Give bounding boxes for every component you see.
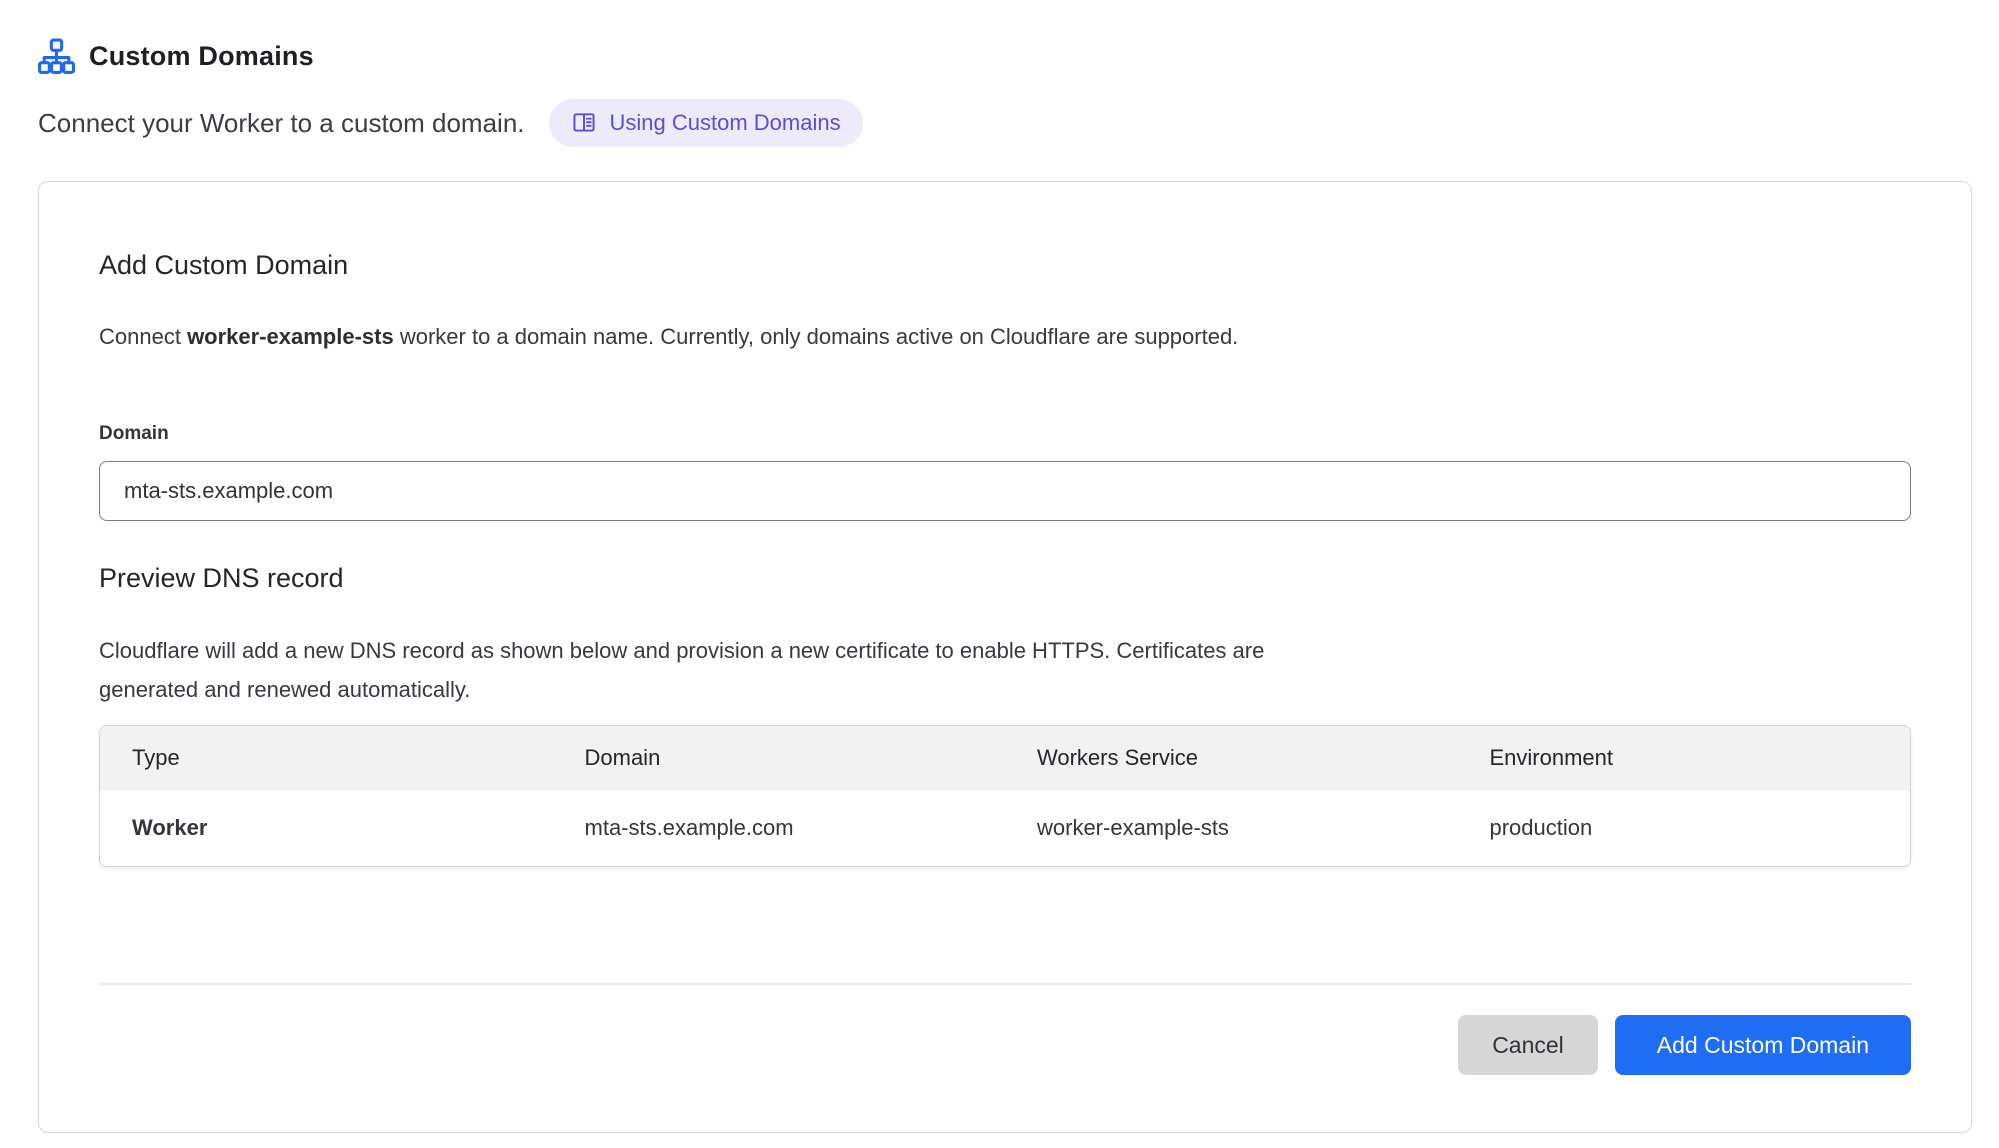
column-header-domain: Domain	[553, 726, 1006, 790]
table-row: Worker mta-sts.example.com worker-exampl…	[100, 790, 1910, 866]
description-prefix: Connect	[99, 324, 187, 349]
cell-domain: mta-sts.example.com	[553, 790, 1006, 866]
card-heading: Add Custom Domain	[99, 248, 1911, 282]
description-suffix: worker to a domain name. Currently, only…	[394, 324, 1239, 349]
card-description: Connect worker-example-sts worker to a d…	[99, 320, 1911, 353]
preview-desc-line1: Cloudflare will add a new DNS record as …	[99, 631, 1559, 670]
cell-environment: production	[1458, 790, 1911, 866]
page-title: Custom Domains	[89, 41, 314, 72]
table-header-row: Type Domain Workers Service Environment	[100, 726, 1910, 790]
cell-workers-service: worker-example-sts	[1005, 790, 1458, 866]
domain-input[interactable]	[99, 461, 1911, 521]
column-header-type: Type	[100, 726, 553, 790]
domain-field-label: Domain	[99, 423, 1911, 445]
docs-link-using-custom-domains[interactable]: Using Custom Domains	[549, 99, 863, 147]
open-book-icon	[571, 110, 597, 136]
preview-desc-line2: generated and renewed automatically.	[99, 670, 1559, 709]
page-subtitle-row: Connect your Worker to a custom domain. …	[38, 99, 1972, 147]
custom-domains-page: Custom Domains Connect your Worker to a …	[0, 0, 1999, 1133]
worker-name: worker-example-sts	[187, 324, 394, 349]
cancel-button[interactable]: Cancel	[1458, 1015, 1598, 1075]
preview-dns-heading: Preview DNS record	[99, 561, 1911, 595]
preview-dns-description: Cloudflare will add a new DNS record as …	[99, 631, 1559, 709]
sitemap-icon	[38, 38, 75, 75]
footer-divider	[99, 983, 1911, 985]
docs-link-label: Using Custom Domains	[610, 110, 841, 136]
cell-type: Worker	[100, 790, 553, 866]
column-header-workers-service: Workers Service	[1005, 726, 1458, 790]
page-header: Custom Domains	[38, 38, 1972, 75]
column-header-environment: Environment	[1458, 726, 1911, 790]
footer-actions: Cancel Add Custom Domain	[99, 1015, 1911, 1075]
dns-preview-table: Type Domain Workers Service Environment …	[99, 725, 1911, 867]
page-subtitle: Connect your Worker to a custom domain.	[38, 108, 525, 139]
add-custom-domain-button[interactable]: Add Custom Domain	[1615, 1015, 1911, 1075]
add-custom-domain-card: Add Custom Domain Connect worker-example…	[38, 181, 1972, 1133]
